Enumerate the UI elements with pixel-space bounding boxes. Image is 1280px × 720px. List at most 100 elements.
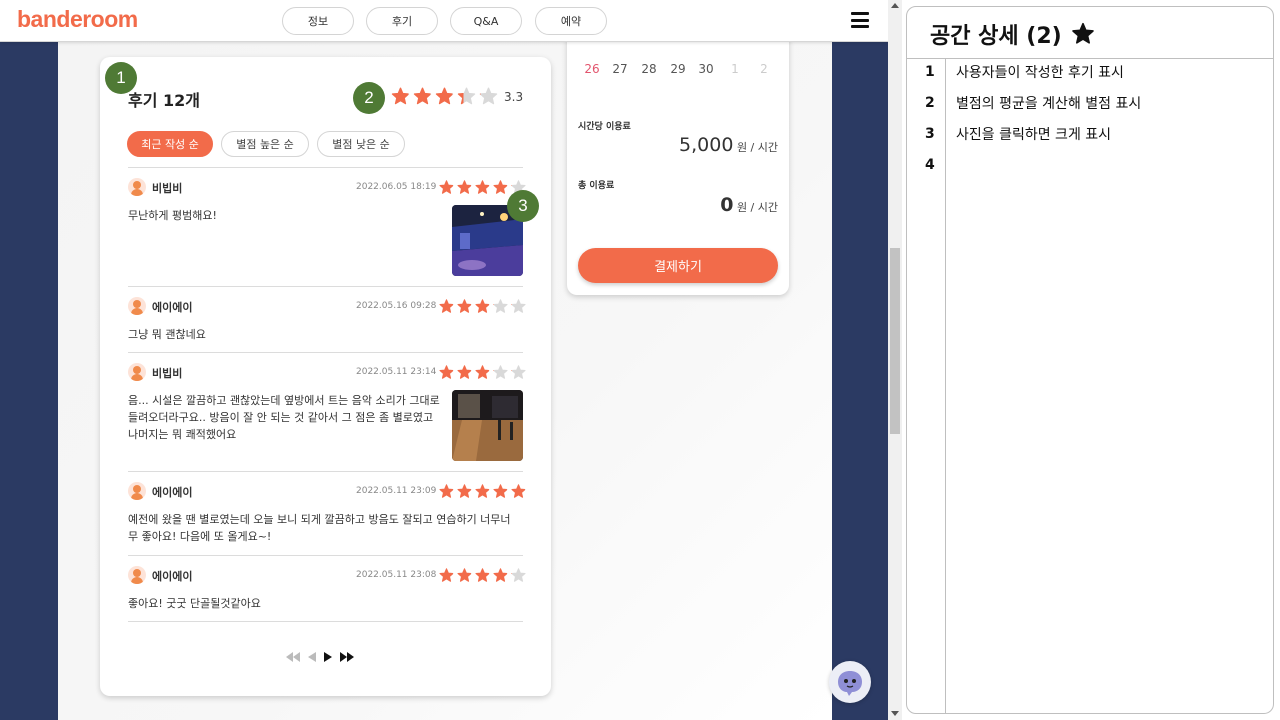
hourly-fee-label: 시간당 이용료 bbox=[578, 122, 631, 132]
pay-button[interactable]: 결제하기 bbox=[578, 248, 778, 283]
review-date: 2022.06.05 18:19 bbox=[356, 182, 437, 192]
scroll-up-icon[interactable] bbox=[891, 3, 899, 8]
star-filled-icon bbox=[435, 87, 454, 105]
star-filled-icon bbox=[493, 180, 508, 194]
last-page-icon[interactable] bbox=[340, 651, 354, 665]
review-rating-stars bbox=[438, 364, 527, 381]
review-item: 비빕비 2022.06.05 18:19 무난하게 평범해요! bbox=[128, 167, 526, 287]
star-filled-icon bbox=[457, 299, 472, 313]
top-navigation-bar: banderoom 정보 후기 Q&A 예약 bbox=[0, 0, 888, 42]
sort-rating-high-button[interactable]: 별점 높은 순 bbox=[221, 131, 309, 157]
star-filled-icon bbox=[391, 87, 410, 105]
review-item: 에이에이 2022.05.11 23:08 좋아요! 굿굿 단골될것같아요 bbox=[128, 555, 526, 622]
first-page-icon[interactable] bbox=[286, 651, 300, 665]
brand-logo[interactable]: banderoom bbox=[17, 6, 138, 33]
total-fee-amount: 0 원 / 시간 bbox=[720, 194, 778, 216]
tab-qna[interactable]: Q&A bbox=[450, 7, 522, 35]
user-avatar bbox=[128, 297, 146, 315]
review-rating-stars bbox=[438, 483, 527, 500]
review-card: 후기 12개 3.3 최근 작성 순 별점 높은 순 별점 낮은 순 비빕비 2… bbox=[100, 57, 551, 696]
review-text: 예전에 왔을 땐 별로였는데 오늘 보니 되게 깔끔하고 방음도 잘되고 연습하… bbox=[128, 513, 511, 543]
review-username: 에이에이 bbox=[152, 301, 193, 314]
user-avatar bbox=[128, 363, 146, 381]
scroll-thumb[interactable] bbox=[890, 248, 900, 434]
total-fee-label: 총 이용료 bbox=[578, 181, 615, 191]
review-rating-stars bbox=[438, 567, 527, 584]
note-number: 2 bbox=[925, 95, 935, 111]
star-filled-icon bbox=[511, 484, 526, 498]
review-username: 에이에이 bbox=[152, 570, 193, 583]
star-filled-icon bbox=[439, 568, 454, 582]
user-avatar bbox=[128, 482, 146, 500]
star-filled-icon bbox=[457, 180, 472, 194]
review-item: 에이에이 2022.05.16 09:28 그냥 뭐 괜찮네요 bbox=[128, 286, 526, 352]
annotation-panel: 공간 상세 (2) 1 사용자들이 작성한 후기 표시 2 별점의 평균을 계산… bbox=[906, 6, 1274, 714]
panel-title-text: 공간 상세 (2) bbox=[930, 24, 1062, 49]
review-date: 2022.05.11 23:08 bbox=[356, 570, 437, 580]
star-filled-icon bbox=[493, 484, 508, 498]
star-filled-icon bbox=[439, 299, 454, 313]
annotation-badge-3: 3 bbox=[507, 190, 539, 222]
note-text: 별점의 평균을 계산해 별점 표시 bbox=[956, 96, 1142, 112]
review-item: 비빕비 2022.05.11 23:14 음... 시설은 깔끔하고 괜찮았는데… bbox=[128, 352, 526, 471]
star-filled-icon bbox=[457, 365, 472, 379]
total-fee-unit: 원 / 시간 bbox=[736, 201, 778, 214]
hourly-fee-unit: 원 / 시간 bbox=[736, 141, 778, 154]
scroll-down-icon[interactable] bbox=[891, 711, 899, 716]
review-username: 에이에이 bbox=[152, 486, 193, 499]
star-filled-icon bbox=[475, 484, 490, 498]
star-empty-icon bbox=[479, 87, 498, 105]
sort-recent-button[interactable]: 최근 작성 순 bbox=[127, 131, 213, 157]
panel-title: 공간 상세 (2) bbox=[930, 18, 1096, 50]
tab-reservation[interactable]: 예약 bbox=[535, 7, 607, 35]
note-number: 1 bbox=[925, 64, 935, 80]
booking-card: 26 27 28 29 30 1 2 시간당 이용료 5,000 원 / 시간 … bbox=[567, 30, 789, 295]
prev-page-icon[interactable] bbox=[308, 651, 316, 665]
vertical-scrollbar[interactable] bbox=[888, 0, 902, 720]
calendar-day[interactable]: 28 bbox=[637, 62, 661, 76]
calendar-day[interactable]: 27 bbox=[608, 62, 632, 76]
note-number: 3 bbox=[925, 126, 935, 142]
app-window: banderoom 정보 후기 Q&A 예약 26 27 28 29 30 1 … bbox=[0, 0, 888, 720]
hourly-fee-value: 5,000 bbox=[679, 134, 734, 156]
hamburger-menu-icon[interactable] bbox=[851, 12, 869, 30]
review-date: 2022.05.11 23:14 bbox=[356, 367, 437, 377]
annotation-badge-1: 1 bbox=[105, 62, 137, 94]
calendar-day[interactable]: 26 bbox=[580, 62, 604, 76]
average-rating-value: 3.3 bbox=[504, 90, 524, 104]
review-count-title: 후기 12개 bbox=[128, 91, 200, 110]
sort-rating-low-button[interactable]: 별점 낮은 순 bbox=[317, 131, 405, 157]
star-filled-icon bbox=[475, 180, 490, 194]
pagination bbox=[286, 651, 354, 665]
next-page-icon[interactable] bbox=[324, 651, 332, 665]
star-filled-icon bbox=[475, 299, 490, 313]
calendar-day[interactable]: 30 bbox=[694, 62, 718, 76]
star-filled-icon bbox=[413, 87, 432, 105]
calendar-day: 2 bbox=[760, 62, 768, 76]
review-username: 비빕비 bbox=[152, 367, 183, 380]
review-date: 2022.05.16 09:28 bbox=[356, 301, 437, 311]
review-text: 그냥 뭐 괜찮네요 bbox=[128, 328, 206, 341]
review-rating-stars bbox=[438, 298, 527, 315]
user-avatar bbox=[128, 566, 146, 584]
star-filled-icon bbox=[493, 568, 508, 582]
note-text: 사진을 클릭하면 크게 표시 bbox=[956, 127, 1112, 143]
star-filled-icon bbox=[457, 484, 472, 498]
star-filled-icon bbox=[475, 365, 490, 379]
star-empty-icon bbox=[511, 365, 526, 379]
review-username: 비빕비 bbox=[152, 182, 183, 195]
star-filled-icon bbox=[439, 180, 454, 194]
hourly-fee-amount: 5,000 원 / 시간 bbox=[679, 134, 778, 156]
panel-divider bbox=[945, 59, 946, 714]
review-photo[interactable] bbox=[452, 390, 523, 461]
calendar-day[interactable]: 29 bbox=[666, 62, 690, 76]
review-text: 좋아요! 굿굿 단골될것같아요 bbox=[128, 597, 261, 610]
annotation-badge-2: 2 bbox=[353, 82, 385, 114]
tab-reviews[interactable]: 후기 bbox=[366, 7, 438, 35]
tab-info[interactable]: 정보 bbox=[282, 7, 354, 35]
calendar-day: 1 bbox=[731, 62, 739, 76]
chat-bubble-icon bbox=[838, 671, 862, 696]
note-number: 4 bbox=[925, 157, 935, 173]
star-empty-icon bbox=[511, 299, 526, 313]
chatbot-button[interactable] bbox=[829, 661, 871, 703]
